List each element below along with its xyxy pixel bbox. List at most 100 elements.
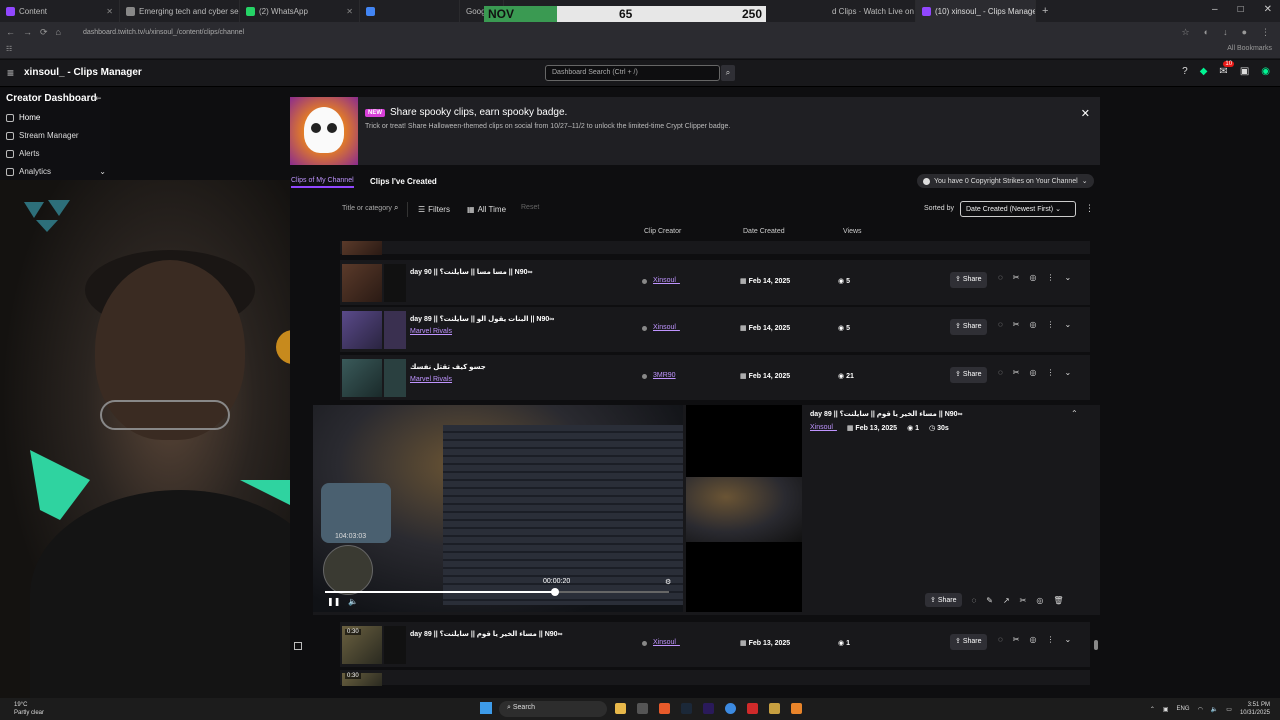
sort-select[interactable]: Date Created (Newest First) ⌄ bbox=[960, 201, 1076, 217]
back-icon[interactable]: ← bbox=[6, 27, 15, 37]
scissors-icon[interactable]: ✂ bbox=[1020, 596, 1027, 605]
crown-icon[interactable]: ◆ bbox=[1200, 66, 1208, 77]
home-icon[interactable]: ⌂ bbox=[56, 27, 61, 37]
scissors-icon[interactable]: ✂ bbox=[1013, 368, 1020, 377]
all-bookmarks[interactable]: All Bookmarks bbox=[1227, 45, 1272, 52]
menu-icon[interactable]: ⋮ bbox=[1261, 27, 1270, 38]
pause-icon[interactable]: ❚❚ bbox=[327, 597, 340, 606]
brave-icon[interactable] bbox=[659, 703, 670, 714]
copyright-strikes-dropdown[interactable]: You have 0 Copyright Strikes on Your Cha… bbox=[917, 174, 1094, 188]
clip-creator-link[interactable]: Xinsoul_ bbox=[653, 639, 680, 646]
profile-icon[interactable]: ● bbox=[1242, 27, 1247, 38]
browser-tab[interactable]: Emerging tech and cyber sec...✕ bbox=[120, 0, 240, 22]
sidebar-item-home[interactable]: Home bbox=[6, 113, 106, 122]
clip-title[interactable]: day 89 || البنات يقول الو || سايلنت؟ || … bbox=[410, 315, 554, 323]
search-icon[interactable]: ⌕ bbox=[394, 203, 398, 213]
url-field[interactable]: dashboard.twitch.tv/u/xinsoul_/content/c… bbox=[83, 29, 244, 36]
close-icon[interactable]: ✕ bbox=[346, 7, 353, 16]
video-player[interactable]: 104:03:03 00:00:20 ⚙ ❚❚ 🔈 bbox=[313, 405, 683, 612]
windows-start-icon[interactable] bbox=[480, 702, 492, 714]
help-icon[interactable]: ? bbox=[1182, 66, 1188, 77]
new-tab-icon[interactable]: + bbox=[1036, 5, 1048, 17]
file-explorer-icon[interactable] bbox=[615, 703, 626, 714]
clip-game-link[interactable]: Marvel Rivals bbox=[410, 376, 452, 383]
clip-game-link[interactable]: Marvel Rivals bbox=[410, 328, 452, 335]
reload-icon[interactable]: ⟳ bbox=[40, 27, 48, 38]
more-options-icon[interactable]: ⋮ bbox=[1085, 203, 1094, 214]
close-window-icon[interactable]: ✕ bbox=[1264, 4, 1272, 15]
app-icon[interactable] bbox=[791, 703, 802, 714]
target-icon[interactable]: ◎ bbox=[1029, 635, 1036, 644]
settings-icon[interactable]: ⚙ bbox=[665, 578, 671, 586]
tray-app-icon[interactable]: ▣ bbox=[1163, 706, 1169, 713]
clip-creator-link[interactable]: Xinsoul_ bbox=[810, 424, 837, 432]
table-row[interactable]: day 89 || البنات يقول الو || سايلنت؟ || … bbox=[340, 307, 1090, 353]
scrollbar-thumb[interactable] bbox=[1094, 640, 1098, 650]
table-row[interactable]: جسو كيف تقتل نفسك Marvel Rivals 3MR90 ▦ … bbox=[340, 355, 1090, 401]
browser-tab[interactable] bbox=[360, 0, 460, 22]
share-button[interactable]: ⇪ Share bbox=[950, 319, 987, 335]
premiere-icon[interactable] bbox=[703, 703, 714, 714]
external-link-icon[interactable]: ↗ bbox=[1003, 596, 1010, 605]
trash-icon[interactable]: 🗑 bbox=[1053, 596, 1063, 605]
hamburger-icon[interactable]: ≡ bbox=[7, 66, 14, 80]
more-options-icon[interactable]: ⋮ bbox=[1046, 635, 1054, 644]
sidebar-item-alerts[interactable]: Alerts bbox=[6, 149, 106, 158]
seek-bar[interactable] bbox=[325, 588, 669, 596]
more-options-icon[interactable]: ⋮ bbox=[1046, 273, 1054, 282]
column-header-creator[interactable]: Clip Creator bbox=[644, 228, 681, 235]
share-button[interactable]: ⇪ Share bbox=[950, 634, 987, 650]
column-header-views[interactable]: Views bbox=[843, 228, 862, 235]
extension-icon[interactable]: ◐ bbox=[1204, 27, 1209, 38]
avatar[interactable]: ◉ bbox=[1261, 66, 1270, 77]
share-button[interactable]: ⇪ Share bbox=[950, 272, 987, 288]
row-checkbox[interactable] bbox=[294, 642, 302, 650]
taskbar-search-input[interactable]: ⌕ Search bbox=[499, 701, 607, 717]
more-options-icon[interactable]: ⋮ bbox=[1046, 368, 1054, 377]
recorder-icon[interactable] bbox=[747, 703, 758, 714]
chevron-down-icon[interactable]: ⌄ bbox=[1064, 320, 1071, 329]
scissors-icon[interactable]: ✂ bbox=[1013, 635, 1020, 644]
target-icon[interactable]: ◎ bbox=[1029, 320, 1036, 329]
chevron-up-icon[interactable]: ⌃ bbox=[1071, 409, 1078, 418]
browser-tab[interactable]: d Clips · Watch Live on ... bbox=[826, 0, 916, 22]
edit-icon[interactable]: ✎ bbox=[986, 596, 993, 605]
chrome-icon[interactable] bbox=[725, 703, 736, 714]
all-time-button[interactable]: ▦ All Time bbox=[463, 202, 510, 217]
dashboard-search-input[interactable]: Dashboard Search (Ctrl + /) bbox=[545, 65, 720, 81]
clip-title[interactable]: جسو كيف تقتل نفسك bbox=[410, 363, 486, 371]
clip-creator-link[interactable]: Xinsoul_ bbox=[653, 324, 680, 331]
app-icon[interactable] bbox=[769, 703, 780, 714]
apps-icon[interactable]: ☷ bbox=[6, 45, 12, 53]
wifi-icon[interactable]: ◠ bbox=[1198, 706, 1203, 713]
search-icon[interactable]: ⌕ bbox=[721, 65, 735, 81]
volume-icon[interactable]: 🔈 bbox=[348, 597, 358, 606]
close-icon[interactable]: ✕ bbox=[1081, 107, 1090, 120]
browser-tab[interactable]: Content ✕ bbox=[0, 0, 120, 22]
language-indicator[interactable]: ENG bbox=[1177, 706, 1190, 712]
clock[interactable]: 3:51 PM 10/31/2025 bbox=[1240, 701, 1270, 717]
tab-clips-ive-created[interactable]: Clips I've Created bbox=[370, 177, 437, 186]
chevron-down-icon[interactable]: ⌄ bbox=[1064, 368, 1071, 377]
target-icon[interactable]: ◎ bbox=[1029, 273, 1036, 282]
chevron-down-icon[interactable]: ⌄ bbox=[1064, 273, 1071, 282]
volume-icon[interactable]: 🔈 bbox=[1211, 706, 1218, 713]
notifications-icon[interactable]: ✉ 10 bbox=[1219, 61, 1235, 77]
scrollbar[interactable] bbox=[1094, 242, 1098, 682]
scissors-icon[interactable]: ✂ bbox=[1013, 320, 1020, 329]
table-row[interactable]: 0:30 day 89 || مساء الخير يا قوم || سايل… bbox=[340, 622, 1090, 668]
maximize-icon[interactable]: □ bbox=[1238, 4, 1244, 15]
column-header-date[interactable]: Date Created bbox=[743, 228, 785, 235]
clip-creator-link[interactable]: 3MR90 bbox=[653, 372, 676, 379]
whisper-icon[interactable]: ▣ bbox=[1240, 66, 1249, 77]
target-icon[interactable]: ◎ bbox=[1029, 368, 1036, 377]
steam-icon[interactable] bbox=[681, 703, 692, 714]
clip-title[interactable]: day 90 || مسا مسا || سايلنت؟ || N90∞ bbox=[410, 268, 533, 276]
chevron-up-icon[interactable]: ⌃ bbox=[1150, 706, 1155, 713]
reset-button[interactable]: Reset bbox=[521, 204, 539, 211]
sidebar-item-stream-manager[interactable]: Stream Manager bbox=[6, 131, 106, 140]
clip-title[interactable]: day 89 || مساء الخير يا قوم || سايلنت؟ |… bbox=[410, 630, 563, 638]
filters-button[interactable]: ☰ Filters bbox=[414, 202, 454, 217]
target-icon[interactable]: ◎ bbox=[1036, 596, 1043, 605]
table-row[interactable]: day 90 || مسا مسا || سايلنت؟ || N90∞ Xin… bbox=[340, 260, 1090, 306]
